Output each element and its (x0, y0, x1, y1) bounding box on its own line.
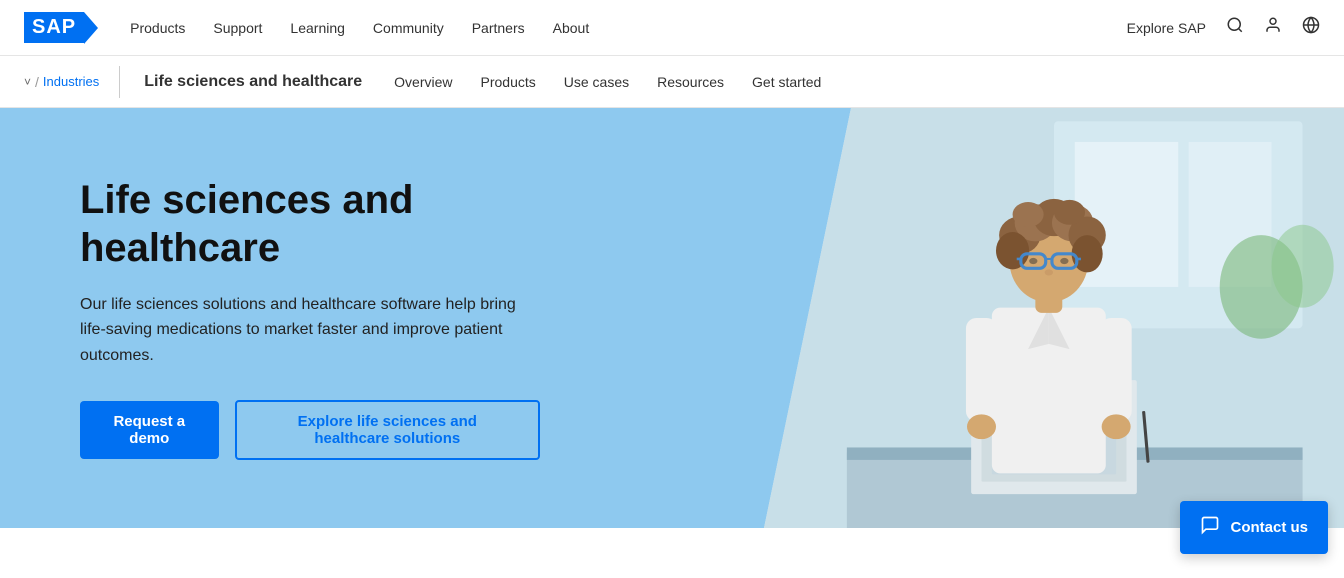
breadcrumb: ˅ / Industries (24, 74, 99, 90)
request-demo-button[interactable]: Request a demo (80, 401, 219, 459)
explore-solutions-button[interactable]: Explore life sciences and healthcare sol… (235, 400, 540, 460)
hero-title: Life sciences and healthcare (80, 176, 540, 272)
sub-nav-overview[interactable]: Overview (394, 74, 452, 90)
contact-us-button[interactable]: Contact us (1180, 501, 1328, 554)
hero-image-polygon (764, 108, 1344, 528)
hero-description: Our life sciences solutions and healthca… (80, 292, 540, 369)
user-icon[interactable] (1264, 16, 1282, 39)
nav-link-partners[interactable]: Partners (472, 20, 525, 36)
sub-nav-divider (119, 66, 120, 98)
breadcrumb-separator: / (35, 74, 39, 90)
sap-logo-triangle (84, 12, 98, 44)
breadcrumb-chevron-icon: ˅ (24, 75, 31, 89)
nav-link-products[interactable]: Products (130, 20, 185, 36)
hero-section: Life sciences and healthcare Our life sc… (0, 108, 1344, 528)
top-navigation: SAP Products Support Learning Community … (0, 0, 1344, 56)
nav-link-community[interactable]: Community (373, 20, 444, 36)
sap-logo[interactable]: SAP (24, 12, 98, 44)
page-title: Life sciences and healthcare (144, 73, 362, 91)
sub-nav-links: Overview Products Use cases Resources Ge… (394, 74, 821, 90)
globe-icon[interactable] (1302, 16, 1320, 39)
search-icon[interactable] (1226, 16, 1244, 39)
hero-buttons: Request a demo Explore life sciences and… (80, 400, 540, 460)
hero-image-area (764, 108, 1344, 528)
sub-nav-usecases[interactable]: Use cases (564, 74, 629, 90)
nav-link-about[interactable]: About (553, 20, 590, 36)
sub-nav-getstarted[interactable]: Get started (752, 74, 821, 90)
sap-logo-text: SAP (32, 16, 76, 39)
explore-sap-link[interactable]: Explore SAP (1127, 20, 1206, 36)
hero-content: Life sciences and healthcare Our life sc… (0, 116, 620, 521)
sub-nav-resources[interactable]: Resources (657, 74, 724, 90)
sub-navigation: ˅ / Industries Life sciences and healthc… (0, 56, 1344, 108)
nav-links: Products Support Learning Community Part… (130, 20, 1127, 36)
nav-right: Explore SAP (1127, 16, 1320, 39)
contact-us-label: Contact us (1230, 519, 1308, 536)
nav-link-support[interactable]: Support (213, 20, 262, 36)
scientist-image (764, 108, 1344, 528)
breadcrumb-industries-link[interactable]: Industries (43, 74, 99, 89)
sub-nav-products[interactable]: Products (481, 74, 536, 90)
chat-icon (1200, 515, 1220, 540)
nav-link-learning[interactable]: Learning (290, 20, 345, 36)
